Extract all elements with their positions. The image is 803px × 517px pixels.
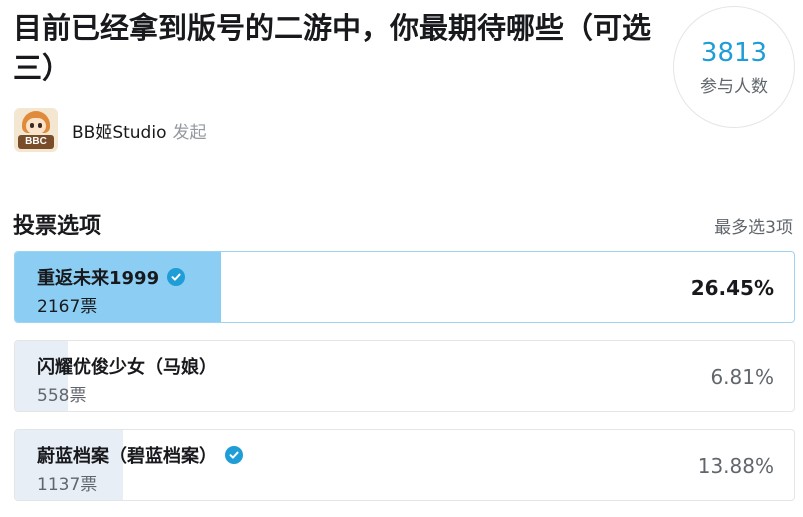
max-choice-hint: 最多选3项 xyxy=(714,218,793,238)
option-vote-count: 1137票 xyxy=(37,475,98,495)
option-vote-count: 2167票 xyxy=(37,297,98,317)
option-vote-count: 558票 xyxy=(37,386,87,406)
poll-option-2[interactable]: 闪耀优俊少女（马娘） 558票 6.81% xyxy=(14,340,795,412)
option-label: 重返未来1999 xyxy=(37,268,160,289)
poll-title: 目前已经拿到版号的二游中，你最期待哪些（可选三） xyxy=(13,11,652,85)
option-percentage: 6.81% xyxy=(710,365,774,389)
section-title: 投票选项 xyxy=(13,214,102,239)
participant-count-badge: 3813 参与人数 xyxy=(673,6,795,128)
poll-author: BBC BB姬Studio 发起 xyxy=(14,108,206,152)
participant-count: 3813 xyxy=(700,37,768,68)
option-label: 闪耀优俊少女（马娘） xyxy=(37,357,217,378)
participant-count-label: 参与人数 xyxy=(700,76,768,97)
poll-option-1[interactable]: 重返未来1999 2167票 26.45% xyxy=(14,251,795,323)
option-percentage: 26.45% xyxy=(690,276,774,300)
author-action: 发起 xyxy=(172,122,207,143)
option-percentage: 13.88% xyxy=(697,454,774,478)
check-circle-icon xyxy=(225,446,243,464)
author-name[interactable]: BB姬Studio xyxy=(72,118,166,143)
poll-option-3[interactable]: 蔚蓝档案（碧蓝档案） 1137票 13.88% xyxy=(14,429,795,501)
option-label: 蔚蓝档案（碧蓝档案） xyxy=(37,446,217,467)
check-circle-icon xyxy=(167,268,186,286)
avatar-logo-text: BBC xyxy=(18,135,54,149)
avatar[interactable]: BBC xyxy=(14,108,58,152)
